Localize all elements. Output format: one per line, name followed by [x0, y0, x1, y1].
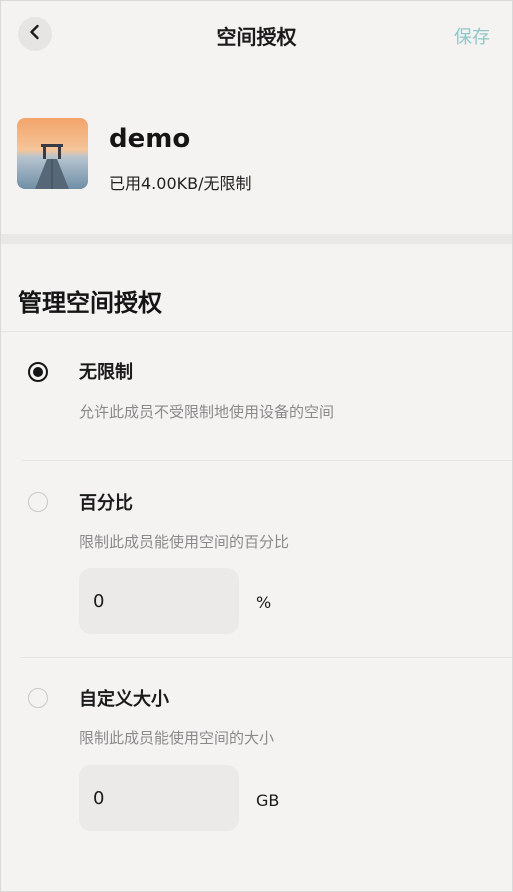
percentage-unit: % — [256, 593, 272, 612]
option-label: 无限制 — [79, 362, 133, 383]
member-profile: demo 已用4.00KB/无限制 — [1, 101, 512, 221]
storage-usage: 已用4.00KB/无限制 — [109, 174, 252, 193]
member-name: demo — [109, 124, 191, 154]
option-custom-size[interactable]: 自定义大小 限制此成员能使用空间的大小 0 GB — [1, 658, 512, 858]
member-thumbnail — [17, 118, 88, 189]
page: 空间授权 保存 demo 已用4.00KB/无限制 管理空间授权 无限制 允许此… — [0, 0, 513, 892]
percentage-input[interactable]: 0 — [79, 568, 239, 634]
radio-unlimited[interactable] — [28, 362, 48, 382]
size-input[interactable]: 0 — [79, 765, 239, 831]
option-label: 自定义大小 — [79, 689, 169, 710]
radio-percentage[interactable] — [28, 492, 48, 512]
size-unit: GB — [256, 791, 280, 810]
header: 空间授权 保存 — [1, 1, 512, 71]
option-description: 限制此成员能使用空间的大小 — [79, 729, 275, 747]
option-description: 允许此成员不受限制地使用设备的空间 — [79, 403, 335, 421]
option-unlimited[interactable]: 无限制 允许此成员不受限制地使用设备的空间 — [1, 331, 512, 461]
option-percentage[interactable]: 百分比 限制此成员能使用空间的百分比 0 % — [1, 461, 512, 657]
section-title: 管理空间授权 — [18, 289, 162, 317]
section-divider — [1, 234, 512, 244]
option-description: 限制此成员能使用空间的百分比 — [79, 533, 290, 551]
save-button[interactable]: 保存 — [454, 23, 490, 49]
radio-custom-size[interactable] — [28, 688, 48, 708]
option-label: 百分比 — [79, 493, 133, 514]
page-title: 空间授权 — [216, 25, 297, 49]
